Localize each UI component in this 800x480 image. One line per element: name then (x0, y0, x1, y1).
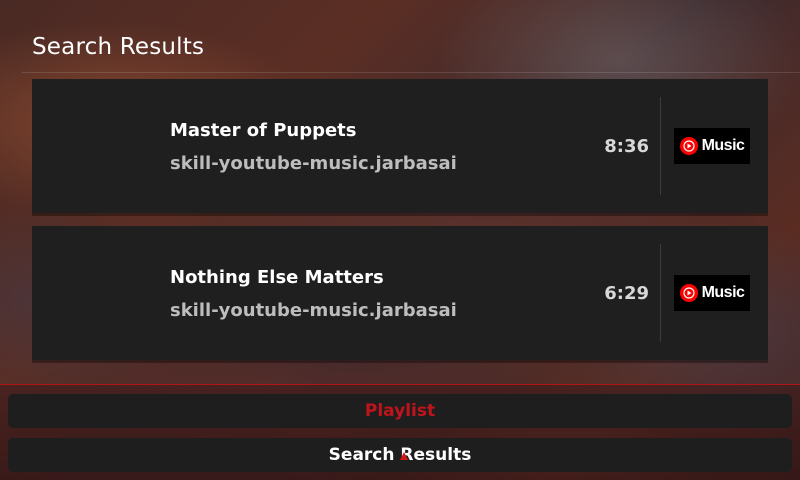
title-divider (22, 72, 800, 73)
pointer-cursor-icon (400, 452, 408, 460)
badge-label: Music (701, 137, 745, 154)
youtube-music-icon (679, 137, 698, 155)
track-source: skill-youtube-music.jarbasai (170, 300, 457, 321)
youtube-music-badge: Music (674, 128, 750, 164)
youtube-music-icon (679, 284, 698, 302)
track-duration: 8:36 (604, 136, 649, 157)
result-card[interactable]: Master of Puppets skill-youtube-music.ja… (32, 79, 768, 213)
page-title: Search Results (32, 34, 205, 60)
bottom-bar-divider (0, 384, 800, 385)
badge-label: Music (701, 284, 745, 301)
track-thumbnail (32, 79, 162, 213)
track-duration: 6:29 (604, 283, 649, 304)
card-divider (660, 97, 661, 195)
track-title: Master of Puppets (170, 120, 357, 141)
youtube-music-badge: Music (674, 275, 750, 311)
track-title: Nothing Else Matters (170, 267, 384, 288)
playlist-tab-button[interactable]: Playlist (8, 394, 792, 428)
result-card[interactable]: Nothing Else Matters skill-youtube-music… (32, 226, 768, 360)
track-source: skill-youtube-music.jarbasai (170, 153, 457, 174)
card-divider (660, 244, 661, 342)
track-thumbnail (32, 226, 162, 360)
